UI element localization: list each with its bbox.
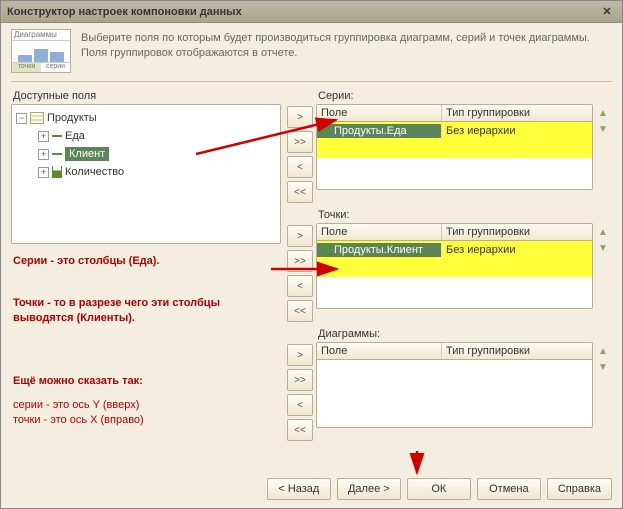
col-field[interactable]: Поле: [317, 343, 442, 359]
annotation-points: Точки - то в разрезе чего эти столбцывыв…: [13, 296, 220, 327]
series-section: > >> < << Серии: Поле Тип группировки Пр…: [287, 88, 612, 203]
empty-row: [317, 140, 592, 158]
close-icon[interactable]: ✕: [598, 4, 616, 20]
ok-button[interactable]: ОК: [407, 478, 471, 500]
title-bar: Конструктор настроек компоновки данных ✕: [1, 1, 622, 23]
help-button[interactable]: Справка: [547, 478, 612, 500]
tree-item-client[interactable]: + Клиент: [14, 145, 278, 163]
col-field[interactable]: Поле: [317, 105, 442, 121]
diagrams-section: > >> < << Диаграммы: Поле Тип группировк…: [287, 326, 612, 441]
move-up-icon[interactable]: ▲: [596, 106, 610, 120]
thumb-x: точки: [12, 62, 41, 72]
points-section: > >> < << Точки: Поле Тип группировки Пр…: [287, 207, 612, 322]
table-icon: [30, 112, 44, 124]
expand-icon[interactable]: +: [38, 131, 49, 142]
col-field[interactable]: Поле: [317, 224, 442, 240]
remove-all-button[interactable]: <<: [287, 181, 313, 203]
chart-thumbnail: Диаграммы точки серии: [11, 29, 71, 73]
move-up-icon[interactable]: ▲: [596, 344, 610, 358]
remove-button[interactable]: <: [287, 156, 313, 178]
col-group[interactable]: Тип группировки: [442, 343, 592, 359]
add-button[interactable]: >: [287, 344, 313, 366]
annotation-axis-x: точки - это ось X (вправо): [13, 413, 144, 428]
diagrams-label: Диаграммы:: [318, 328, 591, 340]
wizard-header: Диаграммы точки серии Выберите поля по к…: [1, 23, 622, 77]
tree-root[interactable]: − Продукты: [14, 109, 278, 127]
empty-row: [317, 259, 592, 277]
move-up-icon[interactable]: ▲: [596, 225, 610, 239]
diagrams-grid[interactable]: Поле Тип группировки: [316, 342, 593, 428]
field-icon: [52, 135, 62, 137]
remove-all-button[interactable]: <<: [287, 419, 313, 441]
add-all-button[interactable]: >>: [287, 369, 313, 391]
available-fields-label: Доступные поля: [13, 90, 279, 102]
selected-field: Клиент: [65, 147, 109, 161]
thumb-tab: Диаграммы: [12, 30, 70, 41]
expand-icon[interactable]: +: [38, 149, 49, 160]
add-button[interactable]: >: [287, 225, 313, 247]
col-group[interactable]: Тип группировки: [442, 224, 592, 240]
measure-icon: [52, 166, 62, 178]
available-fields-tree[interactable]: − Продукты + Еда + Клиент + Коли: [11, 104, 281, 244]
add-button[interactable]: >: [287, 106, 313, 128]
field-icon: [321, 130, 331, 132]
field-icon: [52, 153, 62, 155]
tree-item-qty[interactable]: + Количество: [14, 163, 278, 181]
add-all-button[interactable]: >>: [287, 250, 313, 272]
col-group[interactable]: Тип группировки: [442, 105, 592, 121]
window-title: Конструктор настроек компоновки данных: [7, 6, 242, 18]
field-icon: [321, 249, 331, 251]
wizard-description: Выберите поля по которым будет производи…: [81, 29, 612, 61]
remove-all-button[interactable]: <<: [287, 300, 313, 322]
move-down-icon[interactable]: ▼: [596, 122, 610, 136]
thumb-y: серии: [41, 62, 70, 72]
back-button[interactable]: < Назад: [267, 478, 331, 500]
series-row[interactable]: Продукты.Еда Без иерархии: [317, 122, 592, 140]
dialog-buttons: < Назад Далее > ОК Отмена Справка: [267, 478, 612, 500]
move-down-icon[interactable]: ▼: [596, 360, 610, 374]
series-grid[interactable]: Поле Тип группировки Продукты.Еда Без ие…: [316, 104, 593, 190]
annotation-axis-y: серии - это ось Y (вверх): [13, 398, 139, 413]
remove-button[interactable]: <: [287, 394, 313, 416]
points-grid[interactable]: Поле Тип группировки Продукты.Клиент Без…: [316, 223, 593, 309]
points-label: Точки:: [318, 209, 591, 221]
expand-icon[interactable]: +: [38, 167, 49, 178]
cancel-button[interactable]: Отмена: [477, 478, 541, 500]
collapse-icon[interactable]: −: [16, 113, 27, 124]
tree-item-eda[interactable]: + Еда: [14, 127, 278, 145]
add-all-button[interactable]: >>: [287, 131, 313, 153]
annotation-series: Серии - это столбцы (Еда).: [13, 254, 160, 269]
series-label: Серии:: [318, 90, 591, 102]
points-row[interactable]: Продукты.Клиент Без иерархии: [317, 241, 592, 259]
dialog-window: Конструктор настроек компоновки данных ✕…: [0, 0, 623, 509]
move-down-icon[interactable]: ▼: [596, 241, 610, 255]
annotation-alt-header: Ещё можно сказать так:: [13, 374, 143, 389]
next-button[interactable]: Далее >: [337, 478, 401, 500]
remove-button[interactable]: <: [287, 275, 313, 297]
